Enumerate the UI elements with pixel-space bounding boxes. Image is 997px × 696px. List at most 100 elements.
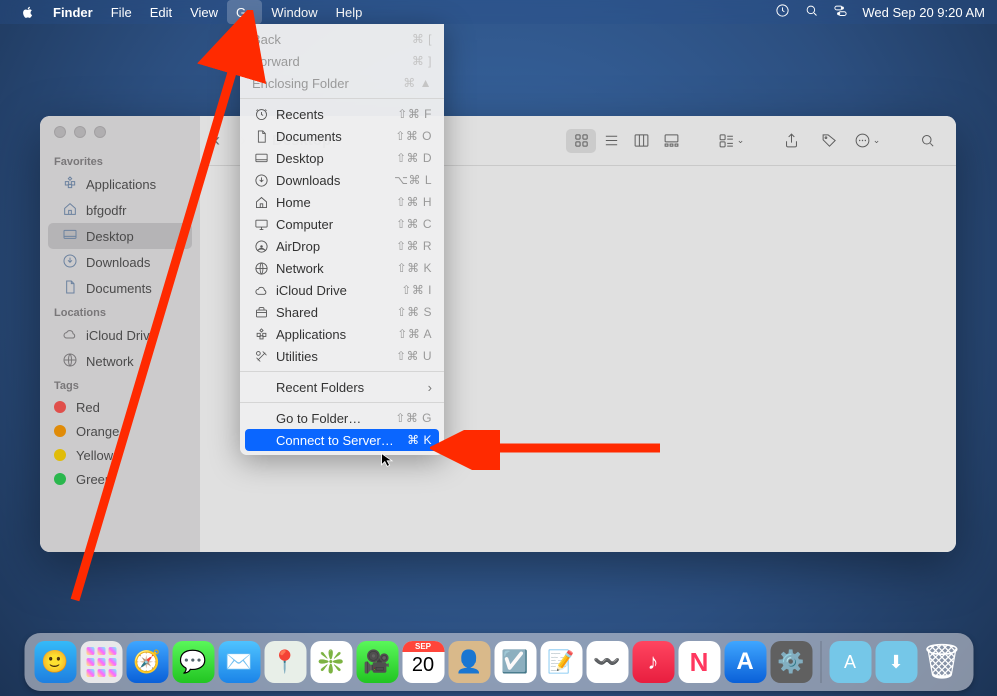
menu-item-utilities[interactable]: Utilities⇧⌘ U xyxy=(240,345,444,367)
home-icon xyxy=(252,195,270,210)
doc-icon xyxy=(252,129,270,144)
sidebar-tag-green[interactable]: Green xyxy=(40,467,200,491)
menubar-app-name[interactable]: Finder xyxy=(44,0,102,24)
dock-facetime[interactable]: 🎥 xyxy=(356,641,398,683)
search-button[interactable] xyxy=(912,129,942,153)
sidebar-item-label: Desktop xyxy=(86,229,134,244)
menu-item-icloud-drive[interactable]: iCloud Drive⇧⌘ I xyxy=(240,279,444,301)
spotlight-icon[interactable] xyxy=(804,3,819,21)
menu-item-network[interactable]: Network⇧⌘ K xyxy=(240,257,444,279)
minimize-button[interactable] xyxy=(74,126,86,138)
dock-notes[interactable]: 📝 xyxy=(540,641,582,683)
dock-photos[interactable]: ❇️ xyxy=(310,641,352,683)
shortcut-label: ⇧⌘ D xyxy=(396,151,432,165)
dock-contacts[interactable]: 👤 xyxy=(448,641,490,683)
menubar-window[interactable]: Window xyxy=(262,0,326,24)
dock-maps[interactable]: 📍 xyxy=(264,641,306,683)
menu-item-label: Enclosing Folder xyxy=(252,76,403,91)
action-button[interactable]: ⌄ xyxy=(852,129,882,153)
menu-item-label: Shared xyxy=(276,305,397,320)
globe-icon xyxy=(62,352,78,371)
apple-menu[interactable] xyxy=(12,0,44,24)
dock-settings[interactable]: ⚙️ xyxy=(770,641,812,683)
cloud-icon xyxy=(62,326,78,345)
view-icons-button[interactable] xyxy=(566,129,596,153)
shortcut-label: ⇧⌘ A xyxy=(397,327,432,341)
menu-item-recent-folders[interactable]: Recent Folders› xyxy=(240,376,444,398)
cursor-icon xyxy=(380,452,396,473)
menubar-datetime[interactable]: Wed Sep 20 9:20 AM xyxy=(862,5,985,20)
menu-item-recents[interactable]: Recents⇧⌘ F xyxy=(240,103,444,125)
sidebar-item-desktop[interactable]: Desktop xyxy=(48,223,192,249)
dock-freeform[interactable]: 〰️ xyxy=(586,641,628,683)
back-button[interactable]: ‹ xyxy=(214,130,220,151)
clock-icon[interactable] xyxy=(775,3,790,21)
sidebar-item-documents[interactable]: Documents xyxy=(48,275,192,301)
sidebar-item-label: Documents xyxy=(86,281,152,296)
sidebar-tag-orange[interactable]: Orange xyxy=(40,419,200,443)
menu-item-go-to-folder[interactable]: Go to Folder…⇧⌘ G xyxy=(240,407,444,429)
dock-reminders[interactable]: ☑️ xyxy=(494,641,536,683)
menu-item-shared[interactable]: Shared⇧⌘ S xyxy=(240,301,444,323)
menubar-help[interactable]: Help xyxy=(327,0,372,24)
dock-finder[interactable]: 🙂 xyxy=(34,641,76,683)
dock-launchpad[interactable] xyxy=(80,641,122,683)
menu-item-computer[interactable]: Computer⇧⌘ C xyxy=(240,213,444,235)
group-button[interactable]: ⌄ xyxy=(716,129,746,153)
dock-news[interactable]: N xyxy=(678,641,720,683)
window-controls xyxy=(40,126,200,150)
menu-item-airdrop[interactable]: AirDrop⇧⌘ R xyxy=(240,235,444,257)
view-columns-button[interactable] xyxy=(626,129,656,153)
menu-item-back: Back⌘ [ xyxy=(240,28,444,50)
dock-safari[interactable]: 🧭 xyxy=(126,641,168,683)
sidebar-section-tags: Tags xyxy=(40,374,200,395)
finder-window: Favorites ApplicationsbfgodfrDesktopDown… xyxy=(40,116,956,552)
control-center-icon[interactable] xyxy=(833,3,848,21)
menu-item-connect-to-server[interactable]: Connect to Server…⌘ K xyxy=(245,429,439,451)
menubar-edit[interactable]: Edit xyxy=(141,0,181,24)
finder-sidebar: Favorites ApplicationsbfgodfrDesktopDown… xyxy=(40,116,200,552)
menubar-view[interactable]: View xyxy=(181,0,227,24)
menu-item-downloads[interactable]: Downloads⌥⌘ L xyxy=(240,169,444,191)
doc-icon xyxy=(62,279,78,298)
sidebar-tag-red[interactable]: Red xyxy=(40,395,200,419)
menu-item-documents[interactable]: Documents⇧⌘ O xyxy=(240,125,444,147)
zoom-button[interactable] xyxy=(94,126,106,138)
tag-dot-icon xyxy=(54,473,66,485)
share-button[interactable] xyxy=(776,129,806,153)
menu-item-label: Forward xyxy=(252,54,412,69)
dock-apps-folder[interactable]: A xyxy=(829,641,871,683)
dock-music[interactable]: ♪ xyxy=(632,641,674,683)
menu-item-label: Documents xyxy=(276,129,395,144)
dock-messages[interactable]: 💬 xyxy=(172,641,214,683)
shortcut-label: ⇧⌘ F xyxy=(397,107,432,121)
menu-item-home[interactable]: Home⇧⌘ H xyxy=(240,191,444,213)
sidebar-tag-yellow[interactable]: Yellow xyxy=(40,443,200,467)
dock-downloads-folder[interactable]: ⬇︎ xyxy=(875,641,917,683)
tags-button[interactable] xyxy=(814,129,844,153)
sidebar-item-bfgodfr[interactable]: bfgodfr xyxy=(48,197,192,223)
sidebar-item-applications[interactable]: Applications xyxy=(48,171,192,197)
sidebar-item-downloads[interactable]: Downloads xyxy=(48,249,192,275)
tag-dot-icon xyxy=(54,449,66,461)
sidebar-item-network[interactable]: Network xyxy=(48,348,192,374)
menu-item-applications[interactable]: Applications⇧⌘ A xyxy=(240,323,444,345)
close-button[interactable] xyxy=(54,126,66,138)
menubar-go[interactable]: Go xyxy=(227,0,262,24)
view-list-button[interactable] xyxy=(596,129,626,153)
menu-item-label: Downloads xyxy=(276,173,394,188)
dock-trash[interactable]: 🗑 xyxy=(921,641,963,683)
shortcut-label: ⌘ K xyxy=(407,433,432,447)
go-menu-dropdown: Back⌘ [Forward⌘ ]Enclosing Folder⌘ ▲Rece… xyxy=(240,24,444,455)
sidebar-item-icloud-drive[interactable]: iCloud Drive xyxy=(48,322,192,348)
menubar: Finder File Edit View Go Window Help Wed… xyxy=(0,0,997,24)
menubar-file[interactable]: File xyxy=(102,0,141,24)
dock-calendar[interactable]: SEP20 xyxy=(402,641,444,683)
menu-item-label: Recent Folders xyxy=(276,380,428,395)
menu-item-desktop[interactable]: Desktop⇧⌘ D xyxy=(240,147,444,169)
shortcut-label: ⇧⌘ G xyxy=(395,411,432,425)
dock-appstore[interactable]: A xyxy=(724,641,766,683)
dock-mail[interactable]: ✉️ xyxy=(218,641,260,683)
menu-item-label: AirDrop xyxy=(276,239,396,254)
view-gallery-button[interactable] xyxy=(656,129,686,153)
